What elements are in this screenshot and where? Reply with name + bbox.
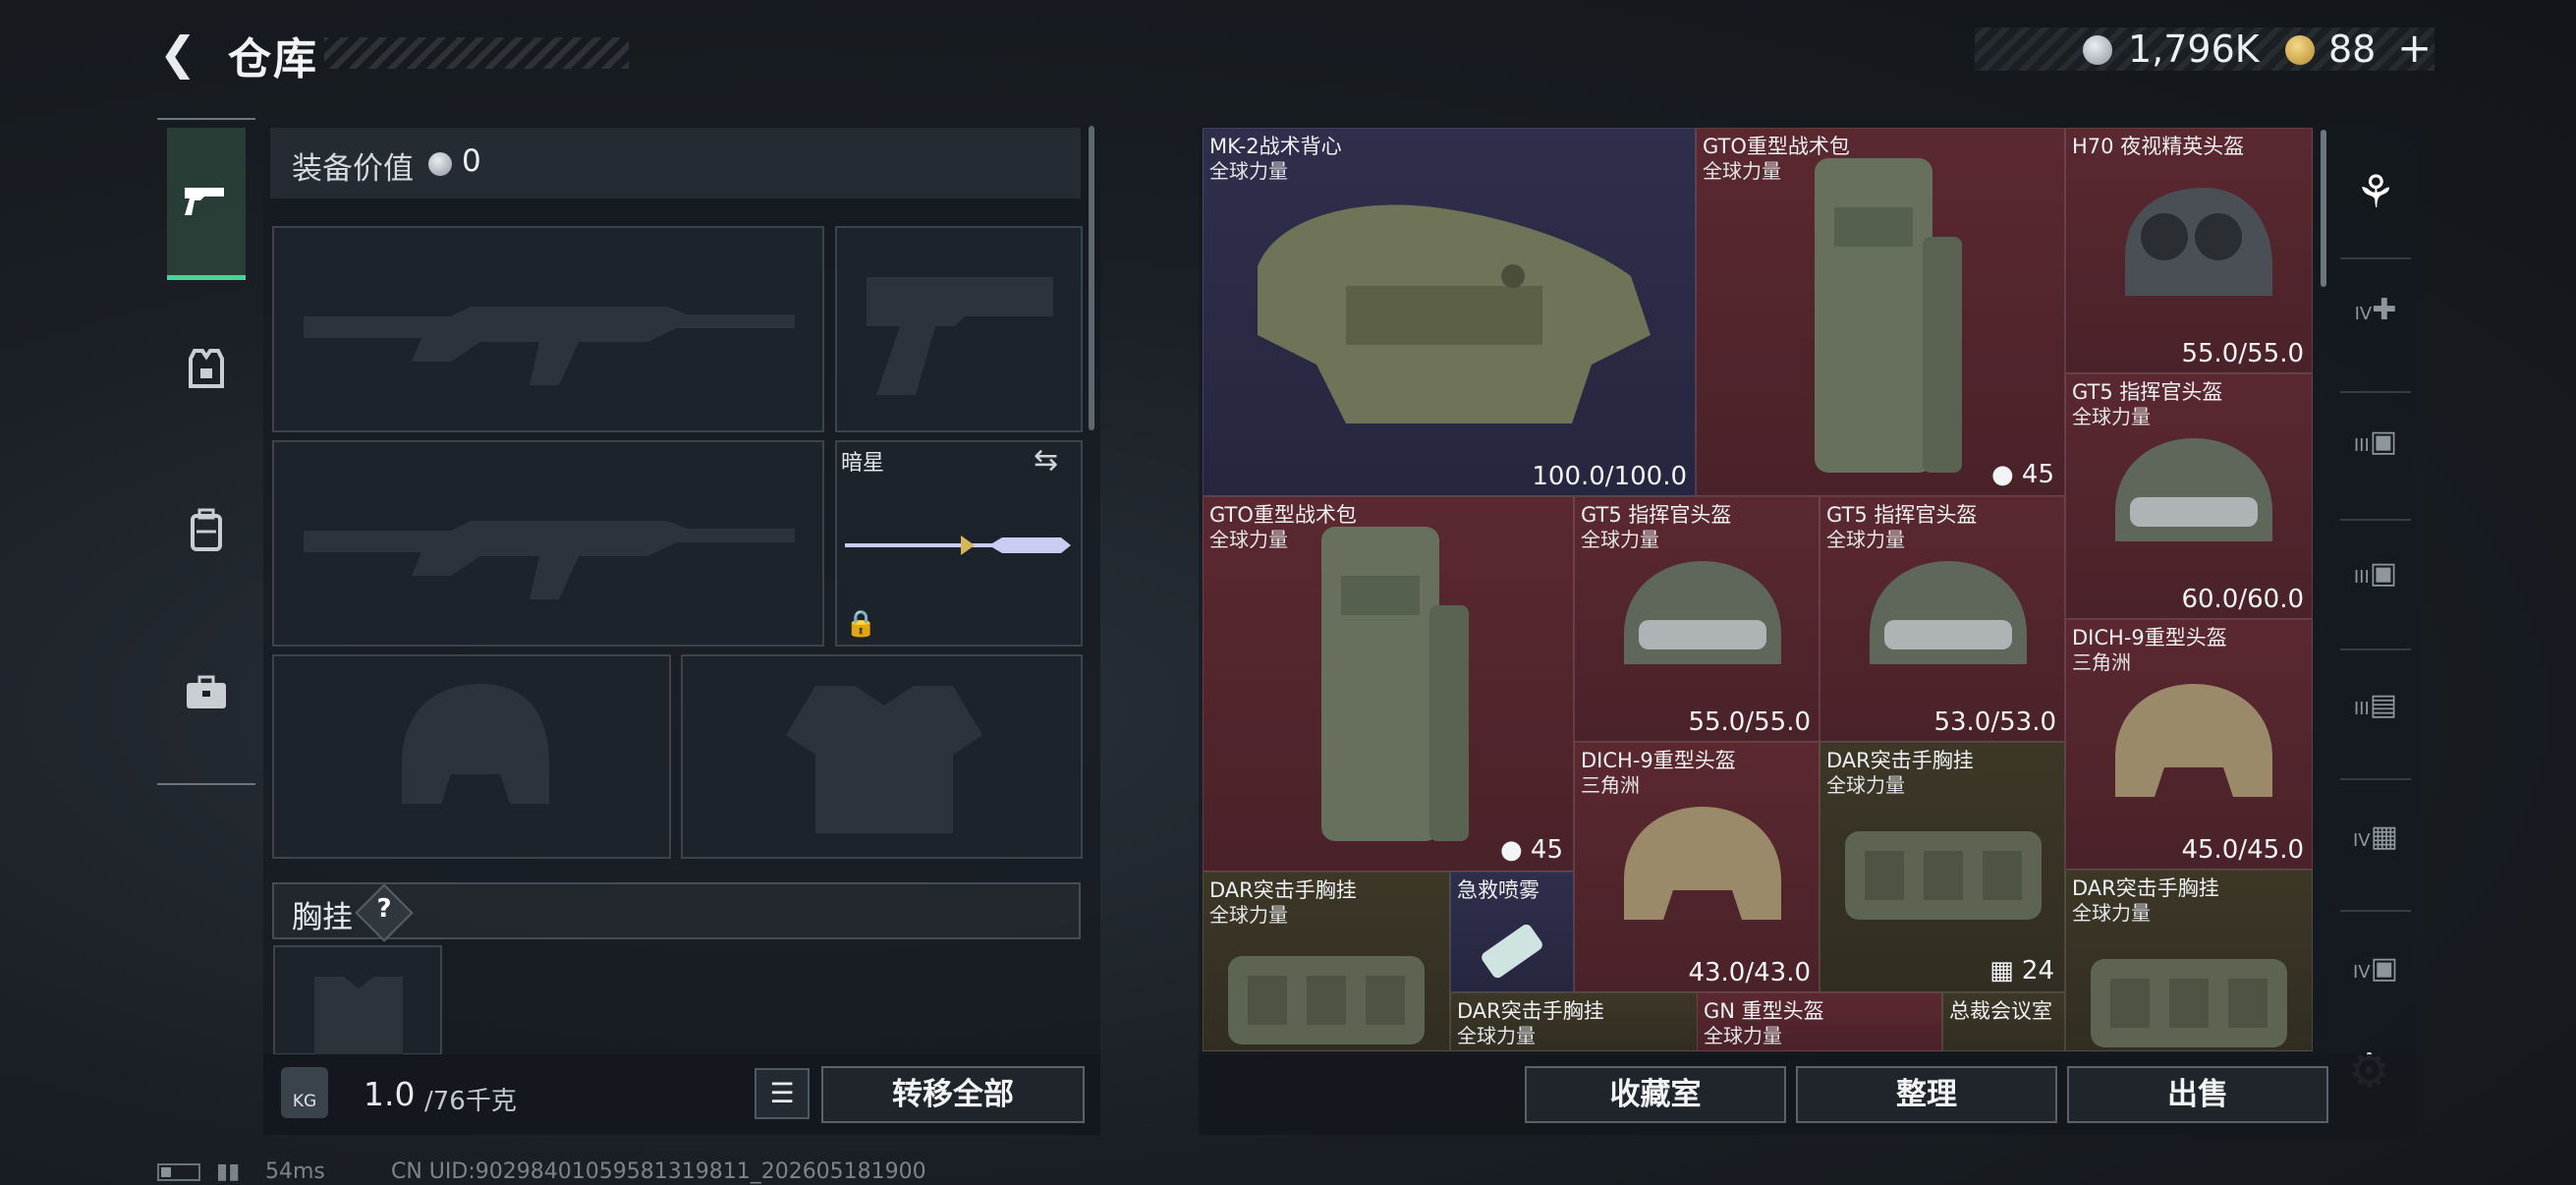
gold-coin-icon	[2285, 35, 2315, 65]
rifle-silhouette-icon	[304, 521, 795, 599]
equip-value-label: 装备价值	[292, 151, 414, 187]
inventory-item[interactable]: GT5 指挥官头盔 全球力量 55.0/55.0	[1574, 496, 1820, 742]
gold-currency-value: 88	[2328, 28, 2377, 71]
ammo-tier-icon[interactable]: III▣	[2340, 424, 2411, 483]
weapon-tier-icon[interactable]: III▤	[2340, 688, 2411, 747]
inventory-item[interactable]: GTO重型战术包 全球力量 ● 45	[1203, 496, 1574, 872]
equip-value: 0	[462, 143, 481, 179]
backpack-art	[1321, 527, 1469, 841]
inventory-item[interactable]: GN 重型头盔 全球力量	[1697, 992, 1942, 1051]
battery-level	[161, 1167, 171, 1177]
back-arrow-icon[interactable]: ❮	[152, 28, 203, 79]
helmet-art	[1870, 561, 2027, 664]
armor-slot[interactable]	[681, 654, 1083, 859]
tab-case[interactable]	[167, 619, 246, 766]
helmet-art	[1624, 807, 1781, 920]
primary-weapon-slot-2[interactable]	[272, 440, 824, 647]
inventory-item[interactable]: 总裁会议室	[1942, 992, 2065, 1051]
medical-tier-icon[interactable]: IV✚	[2340, 293, 2411, 352]
help-icon[interactable]: ?	[364, 894, 405, 931]
inventory-item[interactable]: DAR突击手胸挂 全球力量	[1203, 872, 1450, 1051]
chest-rig-slot[interactable]	[273, 945, 442, 1055]
weight-current: 1.0	[364, 1075, 416, 1113]
silver-coin-icon	[428, 152, 452, 176]
helmet-art	[2115, 438, 2272, 541]
transfer-all-button[interactable]: 转移全部	[821, 1066, 1085, 1123]
valuable-tier-icon[interactable]: IV▣	[2340, 951, 2411, 1010]
add-currency-button[interactable]: +	[2397, 24, 2432, 72]
spray-can-art	[1482, 924, 1542, 979]
helmet-slot[interactable]	[272, 654, 671, 859]
item-count: ● 45	[1499, 835, 1563, 865]
user-uid: CN UID:9029840105958131981​1_20260518190…	[391, 1159, 926, 1184]
inventory-item[interactable]: H70 夜视精英头盔 55.0/55.0	[2065, 128, 2313, 373]
inventory-scrollbar[interactable]	[2321, 130, 2326, 287]
lock-icon: 🔒	[845, 609, 877, 639]
item-count: ▦ 24	[1989, 956, 2054, 986]
weight-icon: KG	[281, 1067, 328, 1118]
collection-button[interactable]: 收藏室	[1525, 1066, 1786, 1123]
knife-art	[845, 536, 1071, 555]
pistol-icon	[185, 188, 224, 215]
title-decoration	[324, 37, 629, 69]
chest-rig-label: 胸挂	[292, 900, 353, 935]
armor-icon	[189, 349, 224, 388]
inventory-item[interactable]: DAR突击手胸挂 全球力量 ▦ 24	[1820, 742, 2065, 992]
chest-rig-art	[2091, 959, 2287, 1047]
sort-button[interactable]: 整理	[1796, 1066, 2057, 1123]
list-view-button[interactable]: ☰	[755, 1068, 810, 1119]
helmet-art	[1624, 561, 1781, 664]
filter-divider	[2340, 778, 2411, 780]
page-title: 仓库	[228, 34, 318, 85]
key-tier-icon[interactable]: IV▦	[2340, 819, 2411, 878]
briefcase-icon	[187, 675, 226, 708]
inventory-item[interactable]: GT5 指挥官头盔 全球力量 53.0/53.0	[1820, 496, 2065, 742]
inventory-item[interactable]: DAR突击手胸挂 全球力量	[2065, 870, 2313, 1051]
tab-weapon[interactable]	[167, 128, 246, 280]
silver-coin-icon	[2083, 35, 2112, 65]
rifle-silhouette-icon	[304, 307, 795, 385]
vest-art	[1258, 204, 1651, 423]
tab-backpack[interactable]	[167, 457, 246, 604]
signal-icon: ▮▮	[216, 1159, 241, 1184]
inventory-item[interactable]: 急救喷雾	[1450, 872, 1574, 992]
helmet-art	[2115, 684, 2272, 797]
sell-button[interactable]: 出售	[2067, 1066, 2328, 1123]
inventory-item[interactable]: DICH-9重型头盔 三角洲 45.0/45.0	[2065, 619, 2313, 870]
backpack-art	[1815, 158, 1962, 473]
filter-divider	[2340, 649, 2411, 650]
tab-armor[interactable]	[167, 295, 246, 442]
item-count: ● 45	[1990, 460, 2054, 489]
filter-divider	[2340, 257, 2411, 259]
helmet-silhouette-icon	[402, 684, 549, 804]
melee-name: 暗星	[841, 451, 885, 476]
silver-currency-value: 1,796K	[2128, 28, 2260, 71]
primary-weapon-slot[interactable]	[272, 226, 824, 432]
inventory-item[interactable]: DICH-9重型头盔 三角洲 43.0/43.0	[1574, 742, 1820, 992]
secondary-weapon-slot[interactable]	[835, 226, 1083, 432]
nvg-helmet-art	[2125, 188, 2272, 296]
all-items-icon[interactable]: ⚘	[2340, 165, 2411, 224]
chest-rig-silhouette-icon	[314, 977, 403, 1055]
pistol-silhouette-icon	[867, 277, 1053, 395]
inventory-item[interactable]: GTO重型战术包 全球力量 ● 45	[1696, 128, 2065, 496]
loadout-scrollbar[interactable]	[1089, 126, 1094, 430]
inventory-item[interactable]: GT5 指挥官头盔 全球力量 60.0/60.0	[2065, 373, 2313, 619]
ammo-tier-icon[interactable]: III▣	[2340, 556, 2411, 615]
filter-divider	[2340, 910, 2411, 912]
chest-rig-art	[1228, 956, 1425, 1044]
backpack-icon	[191, 508, 222, 551]
swap-icon[interactable]: ⇆	[1034, 443, 1058, 478]
filter-divider	[2340, 519, 2411, 521]
inventory-item[interactable]: MK-2战术背心 全球力量 100.0/100.0	[1203, 128, 1696, 496]
ping-value: 54ms	[265, 1159, 325, 1184]
chest-rig-art	[1845, 831, 2042, 920]
vest-silhouette-icon	[786, 686, 982, 833]
weight-max: /76千克	[424, 1087, 517, 1116]
filter-divider	[2340, 391, 2411, 393]
